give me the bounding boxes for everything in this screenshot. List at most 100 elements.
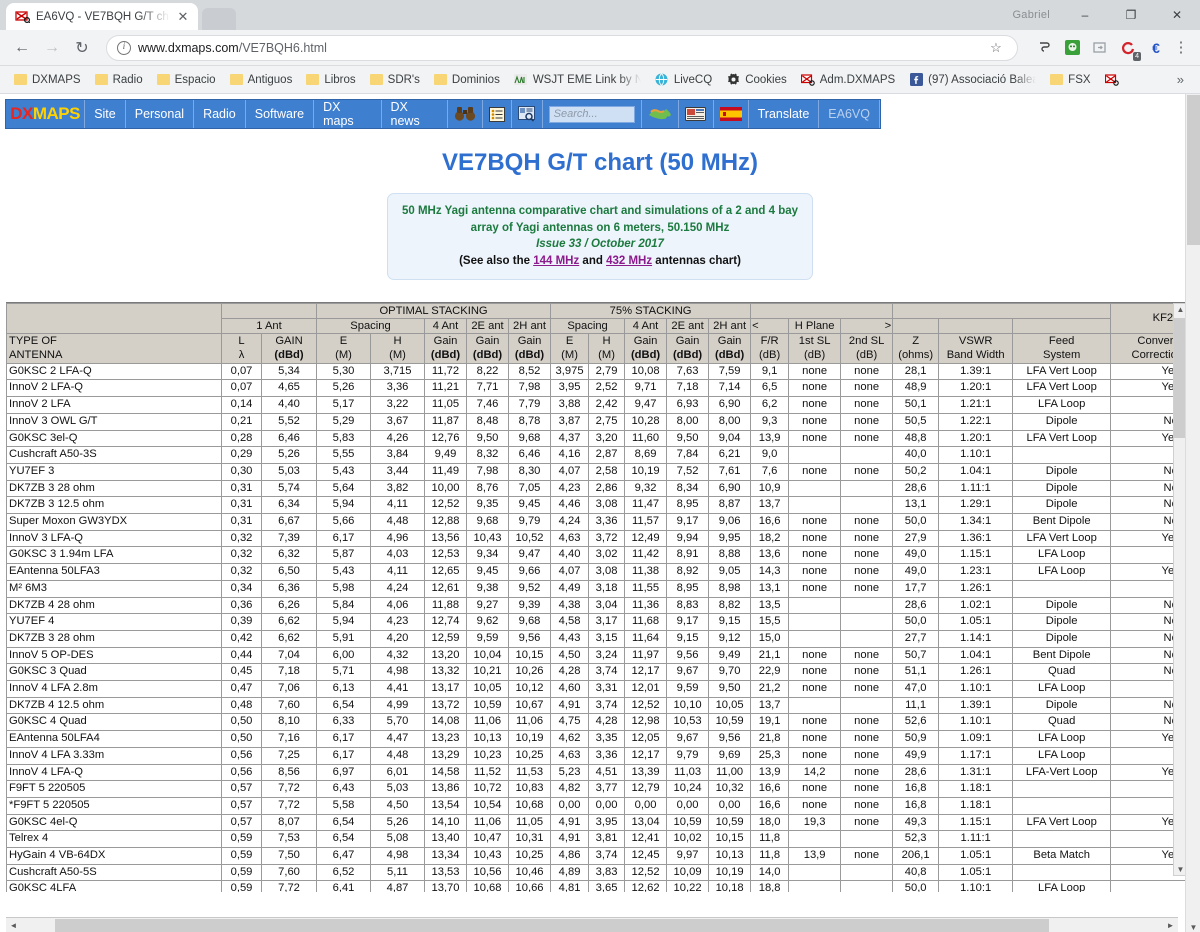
page-scroll-down-icon[interactable]: ▼ — [1186, 923, 1200, 932]
nav-item-dx-maps[interactable]: DX maps — [314, 100, 382, 128]
bookmark-item[interactable]: Antiguos — [224, 72, 299, 88]
header-blank-feed — [1012, 317, 1112, 334]
link-144mhz[interactable]: 144 MHz — [533, 255, 579, 267]
nav-item-software[interactable]: Software — [246, 100, 315, 128]
cell-feed: Dipole — [1012, 629, 1112, 648]
euro-icon[interactable]: € — [1144, 36, 1168, 60]
bookmark-item[interactable]: Radio — [89, 72, 149, 88]
browser-menu-button[interactable]: ⋮ — [1170, 40, 1192, 55]
page-scroll-thumb[interactable] — [1187, 95, 1200, 245]
cell-oH: 5,03 — [370, 780, 425, 798]
cell-sl1: none — [788, 730, 842, 748]
bookmark-item[interactable]: (97) Associació Balea — [903, 71, 1042, 89]
cell-feed — [1012, 863, 1112, 882]
table-row: InnoV 4 LFA 3.33m 0,56 7,25 6,17 4,48 13,29 10… — [6, 746, 1194, 765]
cell-s2e: 0,00 — [666, 796, 710, 815]
close-window-button[interactable]: ✕ — [1154, 0, 1200, 30]
euro-glyph: € — [1152, 39, 1160, 56]
link-432mhz[interactable]: 432 MHz — [606, 255, 652, 267]
scroll-left-icon[interactable]: ◄ — [6, 921, 21, 930]
back-button[interactable]: ← — [8, 34, 36, 62]
bookmark-item[interactable]: WSJT EME Link by NC — [508, 71, 647, 89]
cell-z: 27,7 — [892, 629, 940, 648]
notification-icon[interactable]: 4 — [1116, 36, 1141, 61]
tab-close-icon[interactable]: ✕ — [176, 10, 190, 23]
extension-green-icon[interactable] — [1060, 36, 1084, 60]
cell-oE: 5,64 — [316, 479, 371, 498]
minimize-button[interactable]: – — [1062, 0, 1108, 30]
bookmark-star-icon[interactable]: ☆ — [985, 40, 1007, 56]
nav-item-dx-news[interactable]: DX news — [382, 100, 448, 128]
news-icon[interactable] — [679, 100, 714, 128]
cell-s4: 11,47 — [624, 496, 668, 515]
nav-item-radio[interactable]: Radio — [194, 100, 246, 128]
cell-sl1: none — [788, 362, 842, 381]
page-vertical-scrollbar[interactable]: ▲ ▼ — [1185, 94, 1200, 932]
cell-z: 11,1 — [892, 696, 940, 715]
cell-s2e: 8,91 — [666, 546, 710, 565]
address-bar[interactable]: i www.dxmaps.com/VE7BQH6.html ☆ — [106, 34, 1018, 61]
nav-item-site[interactable]: Site — [85, 100, 126, 128]
search-card-icon[interactable] — [512, 100, 543, 128]
pocket-icon[interactable] — [1032, 36, 1056, 60]
cell-s2h: 6,90 — [708, 479, 752, 498]
scroll-right-icon[interactable]: ► — [1163, 921, 1178, 930]
list-icon[interactable] — [483, 100, 512, 128]
profile-name-label[interactable]: Gabriel — [1012, 9, 1050, 21]
binoculars-icon[interactable] — [448, 100, 483, 128]
dxmaps-logo[interactable]: DX MAPS — [6, 100, 86, 128]
spain-flag-icon[interactable] — [714, 100, 749, 128]
bookmark-item[interactable]: DXMAPS — [8, 72, 87, 88]
header-db: (dB) — [856, 348, 878, 361]
bookmark-item[interactable]: Cookies — [720, 71, 793, 89]
cell-sl1: none — [788, 663, 842, 682]
bookmark-item[interactable]: FSX — [1044, 72, 1096, 88]
browser-tab[interactable]: EA6VQ - VE7BQH G/T ch ✕ — [6, 3, 198, 30]
cell-s2e: 8,95 — [666, 579, 710, 598]
header-dbd: (dBd) — [714, 348, 745, 361]
maximize-button[interactable]: ❐ — [1108, 0, 1154, 30]
new-tab-button[interactable] — [202, 8, 236, 30]
cell-oH: 4,98 — [370, 663, 425, 682]
cell-z: 40,0 — [892, 446, 940, 464]
header-lambda: λ — [238, 348, 245, 361]
nav-item-user-callsign[interactable]: EA6VQ — [819, 100, 880, 128]
world-map-icon[interactable] — [642, 100, 679, 128]
bookmark-item[interactable]: Dominios — [428, 72, 506, 88]
cell-z: 50,9 — [892, 730, 940, 748]
cell-name: EAntenna 50LFA3 — [6, 563, 222, 581]
cell-L: 0,28 — [221, 429, 262, 448]
bookmarks-overflow-button[interactable]: » — [1169, 72, 1192, 87]
bookmark-item[interactable]: Adm.DXMAPS — [795, 71, 901, 89]
bookmark-item[interactable]: SDR's — [364, 72, 426, 88]
site-info-icon[interactable]: i — [117, 40, 131, 55]
table-horizontal-scrollbar[interactable]: ◄ ► — [6, 917, 1178, 932]
bookmark-item[interactable]: Libros — [300, 72, 361, 88]
bookmark-item[interactable] — [1099, 71, 1125, 89]
cell-name: G0KSC 4el-Q — [6, 813, 222, 832]
cell-sE: 4,81 — [550, 880, 590, 892]
nav-item-personal[interactable]: Personal — [126, 100, 195, 128]
cell-oE: 5,71 — [316, 663, 371, 682]
reload-button[interactable]: ↻ — [68, 34, 96, 62]
screenshot-icon[interactable] — [1088, 36, 1112, 60]
forward-button[interactable]: → — [38, 34, 66, 62]
cell-sl1: none — [788, 412, 842, 431]
cell-sl1: 13,9 — [788, 847, 842, 865]
header-optimal-4ant: 4 Ant — [424, 317, 467, 334]
bookmark-label: Cookies — [745, 73, 787, 86]
search-input[interactable]: Search... — [548, 105, 635, 123]
hscroll-thumb[interactable] — [55, 918, 1049, 932]
cell-L: 0,14 — [221, 396, 262, 414]
hscroll-track[interactable] — [21, 918, 1163, 932]
cell-o2e: 9,38 — [466, 579, 509, 598]
bookmark-item[interactable]: Espacio — [151, 72, 222, 88]
cell-sE: 4,28 — [550, 663, 590, 682]
nav-item-translate[interactable]: Translate — [749, 100, 820, 128]
cell-sl2: none — [840, 362, 894, 381]
cell-fr: 21,2 — [750, 680, 790, 698]
cell-s2h: 8,98 — [708, 579, 752, 598]
cell-fr: 6,5 — [750, 379, 790, 398]
cell-sl1 — [788, 880, 842, 892]
bookmark-item[interactable]: LiveCQ — [649, 71, 718, 89]
